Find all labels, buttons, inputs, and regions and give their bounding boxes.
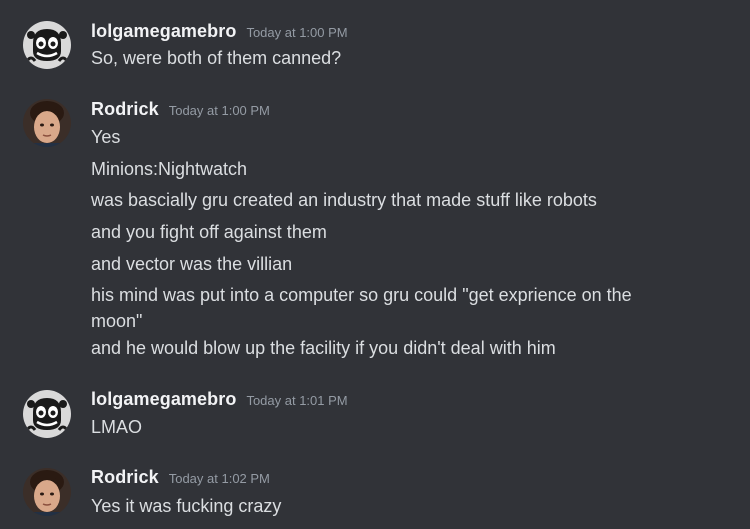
message-text: moon" <box>91 311 143 331</box>
username[interactable]: lolgamegamebro <box>91 389 236 410</box>
message-text: Yes <box>91 127 121 147</box>
message-text: and vector was the villian <box>91 254 293 274</box>
message-header: Rodrick Today at 1:02 PM <box>91 467 270 493</box>
message-text: his mind was put into a computer so gru … <box>91 285 632 305</box>
username[interactable]: Rodrick <box>91 99 159 120</box>
boy-photo-avatar-icon[interactable] <box>23 468 71 516</box>
message-header: Rodrick Today at 1:00 PM <box>91 99 270 125</box>
message-text: Yes it was fucking crazy <box>91 496 282 516</box>
message-text: and he would blow up the facility if you… <box>91 338 556 358</box>
timestamp[interactable]: Today at 1:01 PM <box>246 393 347 408</box>
cartoon-skull-avatar-icon[interactable] <box>23 390 71 438</box>
message-text: was bascially gru created an industry th… <box>91 190 597 210</box>
message-text: So, were both of them canned? <box>91 48 342 68</box>
message-text: LMAO <box>91 417 143 437</box>
message-text: and you fight off against them <box>91 222 327 242</box>
message-text: Minions:Nightwatch <box>91 159 248 179</box>
message-header: lolgamegamebro Today at 1:00 PM <box>91 21 348 47</box>
username[interactable]: Rodrick <box>91 467 159 488</box>
boy-photo-avatar-icon[interactable] <box>23 99 71 147</box>
timestamp[interactable]: Today at 1:00 PM <box>246 25 347 40</box>
timestamp[interactable]: Today at 1:02 PM <box>169 471 270 486</box>
message-header: lolgamegamebro Today at 1:01 PM <box>91 389 348 415</box>
timestamp[interactable]: Today at 1:00 PM <box>169 103 270 118</box>
username[interactable]: lolgamegamebro <box>91 21 236 42</box>
cartoon-skull-avatar-icon[interactable] <box>23 21 71 69</box>
